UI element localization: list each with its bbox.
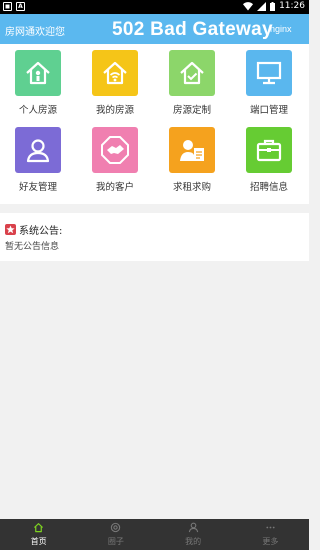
tile-my-clients[interactable]: 我的客户: [85, 127, 145, 193]
tile-label: 求租求购: [172, 182, 211, 193]
tab-label: 我的: [185, 537, 202, 546]
feature-grid: 个人房源 我的房源 房源定制 端口管理 好友管理 我的客户 求租求购 招聘信息: [0, 44, 309, 204]
system-notice: 系统公告: 暂无公告信息: [0, 213, 309, 261]
monitor-icon: [246, 50, 292, 96]
briefcase-icon: [246, 127, 292, 173]
app-notification-icon: A: [16, 2, 25, 11]
person-document-icon: [169, 127, 215, 173]
tile-friend-management[interactable]: 好友管理: [8, 127, 68, 193]
person-icon: [15, 127, 61, 173]
tile-job-info[interactable]: 招聘信息: [239, 127, 299, 193]
error-server: nginx: [270, 24, 292, 34]
user-icon: [188, 522, 198, 533]
home-icon: [34, 523, 44, 533]
tab-more[interactable]: 更多: [232, 519, 309, 550]
tile-label: 我的客户: [95, 182, 134, 193]
app-header: 房网通欢迎您 502 Bad Gateway nginx: [0, 14, 309, 44]
tile-my-listings[interactable]: 我的房源: [85, 50, 145, 116]
tile-label: 个人房源: [18, 105, 57, 116]
error-title: 502 Bad Gateway: [112, 19, 273, 40]
tab-mine[interactable]: 我的: [155, 519, 232, 550]
tab-label: 更多: [262, 537, 279, 546]
tile-label: 端口管理: [249, 105, 288, 116]
tile-label: 招聘信息: [249, 182, 288, 193]
battery-icon: [270, 1, 276, 11]
tile-port-management[interactable]: 端口管理: [239, 50, 299, 116]
welcome-text: 房网通欢迎您: [5, 27, 65, 38]
status-bar: A 11:26: [0, 0, 309, 14]
star-icon: [5, 224, 16, 235]
tab-label: 首页: [30, 537, 47, 546]
tile-personal-listings[interactable]: 个人房源: [8, 50, 68, 116]
bottom-tab-bar: 首页 圈子 我的 更多: [0, 519, 309, 550]
house-check-icon: [169, 50, 215, 96]
tile-label: 好友管理: [18, 182, 57, 193]
tile-label: 我的房源: [95, 105, 134, 116]
tab-circle[interactable]: 圈子: [77, 519, 154, 550]
tile-rent-buy-request[interactable]: 求租求购: [162, 127, 222, 193]
signal-icon: [257, 1, 267, 11]
status-time: 11:26: [279, 1, 305, 11]
house-icon: [15, 50, 61, 96]
wifi-icon: [243, 1, 254, 10]
house-wifi-icon: [92, 50, 138, 96]
notification-icon: [3, 2, 12, 11]
more-icon: [266, 526, 275, 529]
tile-label: 房源定制: [172, 105, 211, 116]
notice-title: 系统公告:: [19, 226, 63, 237]
tab-home[interactable]: 首页: [0, 519, 77, 550]
notice-body: 暂无公告信息: [5, 242, 60, 252]
tab-label: 圈子: [107, 537, 124, 546]
handshake-icon: [92, 127, 138, 173]
tile-listing-custom[interactable]: 房源定制: [162, 50, 222, 116]
circle-icon: [111, 522, 121, 533]
